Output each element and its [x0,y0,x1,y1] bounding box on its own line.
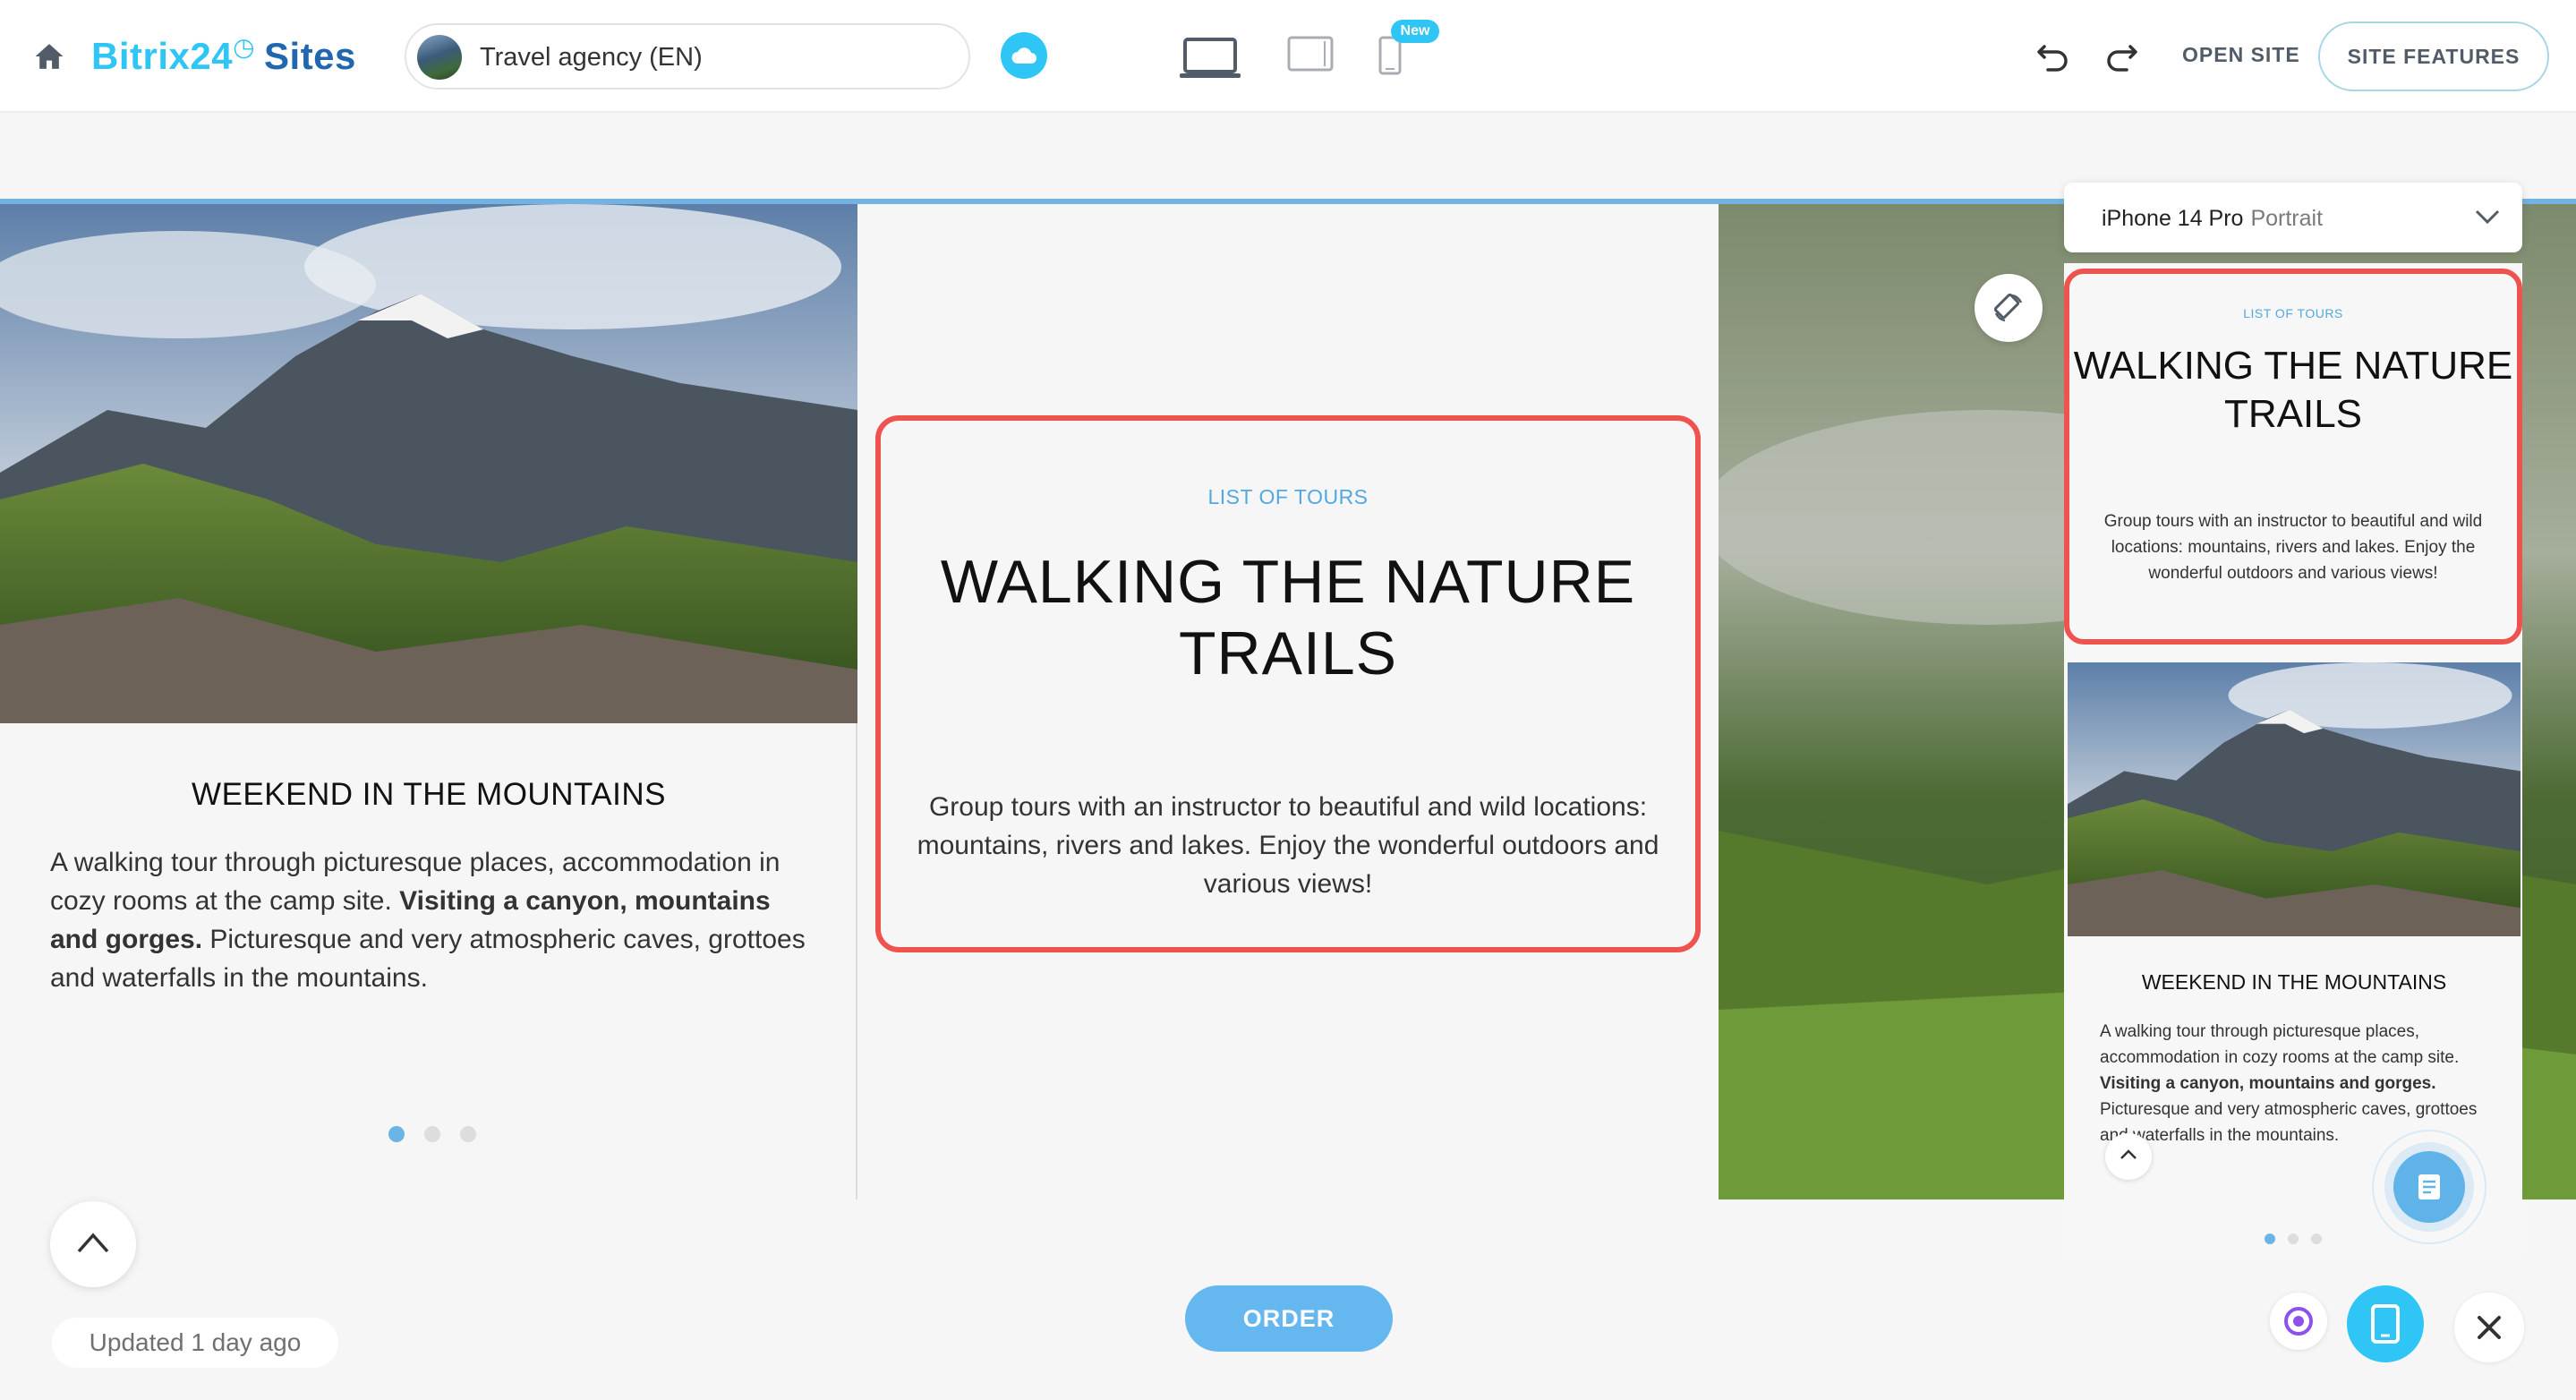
phone-slider-dots [2265,1234,2322,1244]
phone-form-widget [2372,1130,2486,1244]
undo-icon[interactable] [2035,39,2071,72]
device-selector[interactable]: iPhone 14 Pro Portrait [2064,183,2522,252]
slider-dot[interactable] [2288,1234,2299,1244]
device-orientation: Portrait [2250,206,2324,231]
rotate-icon [1993,293,2023,322]
phone-block-title: WALKING THE NATURE TRAILS [2073,344,2513,436]
phone-selected-block[interactable]: LIST OF TOURS WALKING THE NATURE TRAILS … [2064,269,2522,645]
clock-icon: ◷ [233,33,256,61]
mountain-photo [0,204,857,723]
copilot-button[interactable] [2270,1293,2327,1350]
chevron-up-icon [2120,1149,2137,1159]
device-name: iPhone 14 Pro Portrait [2102,206,2324,231]
tour-card-title: WEEKEND IN THE MOUNTAINS [192,777,666,812]
phone-block-subtitle: LIST OF TOURS [2243,306,2343,320]
chevron-down-icon [2475,209,2500,225]
top-bar: Bitrix24◷ Sites Travel agency (EN) New OP… [0,0,2576,113]
slider-dot[interactable] [460,1126,476,1142]
copilot-icon [2284,1307,2313,1336]
site-features-button[interactable]: SITE FEATURES [2318,21,2549,91]
slider-dots [388,1126,476,1142]
new-badge: New [1391,20,1439,43]
slider-dot[interactable] [2265,1234,2275,1244]
phone-mountain-photo [2068,662,2521,936]
tour-card-description: A walking tour through picturesque place… [50,848,806,993]
selected-block[interactable]: LIST OF TOURS WALKING THE NATURE TRAILS … [875,415,1701,952]
block-intro: Group tours with an instructor to beauti… [917,792,1659,899]
site-name: Travel agency (EN) [480,43,703,72]
phone-block-intro: Group tours with an instructor to beauti… [2103,512,2483,583]
rotate-device-button[interactable] [1975,274,2043,342]
tablet-icon[interactable] [1287,36,1334,73]
block-title: WALKING THE NATURE TRAILS [940,548,1636,687]
tour-card: WEEKEND IN THE MOUNTAINS A walking tour … [0,204,857,1199]
brand-logo[interactable]: Bitrix24◷ Sites [91,32,356,78]
updated-status: Updated 1 day ago [52,1318,338,1368]
phone-card-title: WEEKEND IN THE MOUNTAINS [2141,970,2447,994]
site-thumbnail [417,35,462,80]
slider-dot[interactable] [388,1126,405,1142]
slider-dot[interactable] [2311,1234,2322,1244]
open-site-button[interactable]: OPEN SITE [2182,43,2300,67]
cloud-save-button[interactable] [1001,32,1047,79]
brand-product: Sites [264,35,356,77]
phone-card-description: A walking tour through picturesque place… [2100,1022,2478,1144]
slider-dot[interactable] [424,1126,440,1142]
mobile-preview-button[interactable] [2347,1285,2424,1362]
close-preview-button[interactable] [2454,1293,2524,1362]
home-icon[interactable] [32,41,66,72]
laptop-icon[interactable] [1178,36,1242,81]
brand-name: Bitrix24 [91,35,234,77]
site-selector[interactable]: Travel agency (EN) [405,23,970,90]
form-button[interactable] [2393,1151,2465,1223]
cloud-icon [1011,47,1036,64]
phone-icon [2371,1304,2400,1344]
chevron-up-icon [77,1233,109,1253]
order-button[interactable]: ORDER [1185,1285,1393,1352]
phone-scroll-up-button[interactable] [2105,1133,2152,1180]
close-icon [2478,1316,2501,1339]
scroll-to-top-button[interactable] [50,1201,136,1287]
form-icon [2418,1174,2440,1199]
redo-icon[interactable] [2103,39,2139,72]
block-subtitle: LIST OF TOURS [1207,485,1369,508]
